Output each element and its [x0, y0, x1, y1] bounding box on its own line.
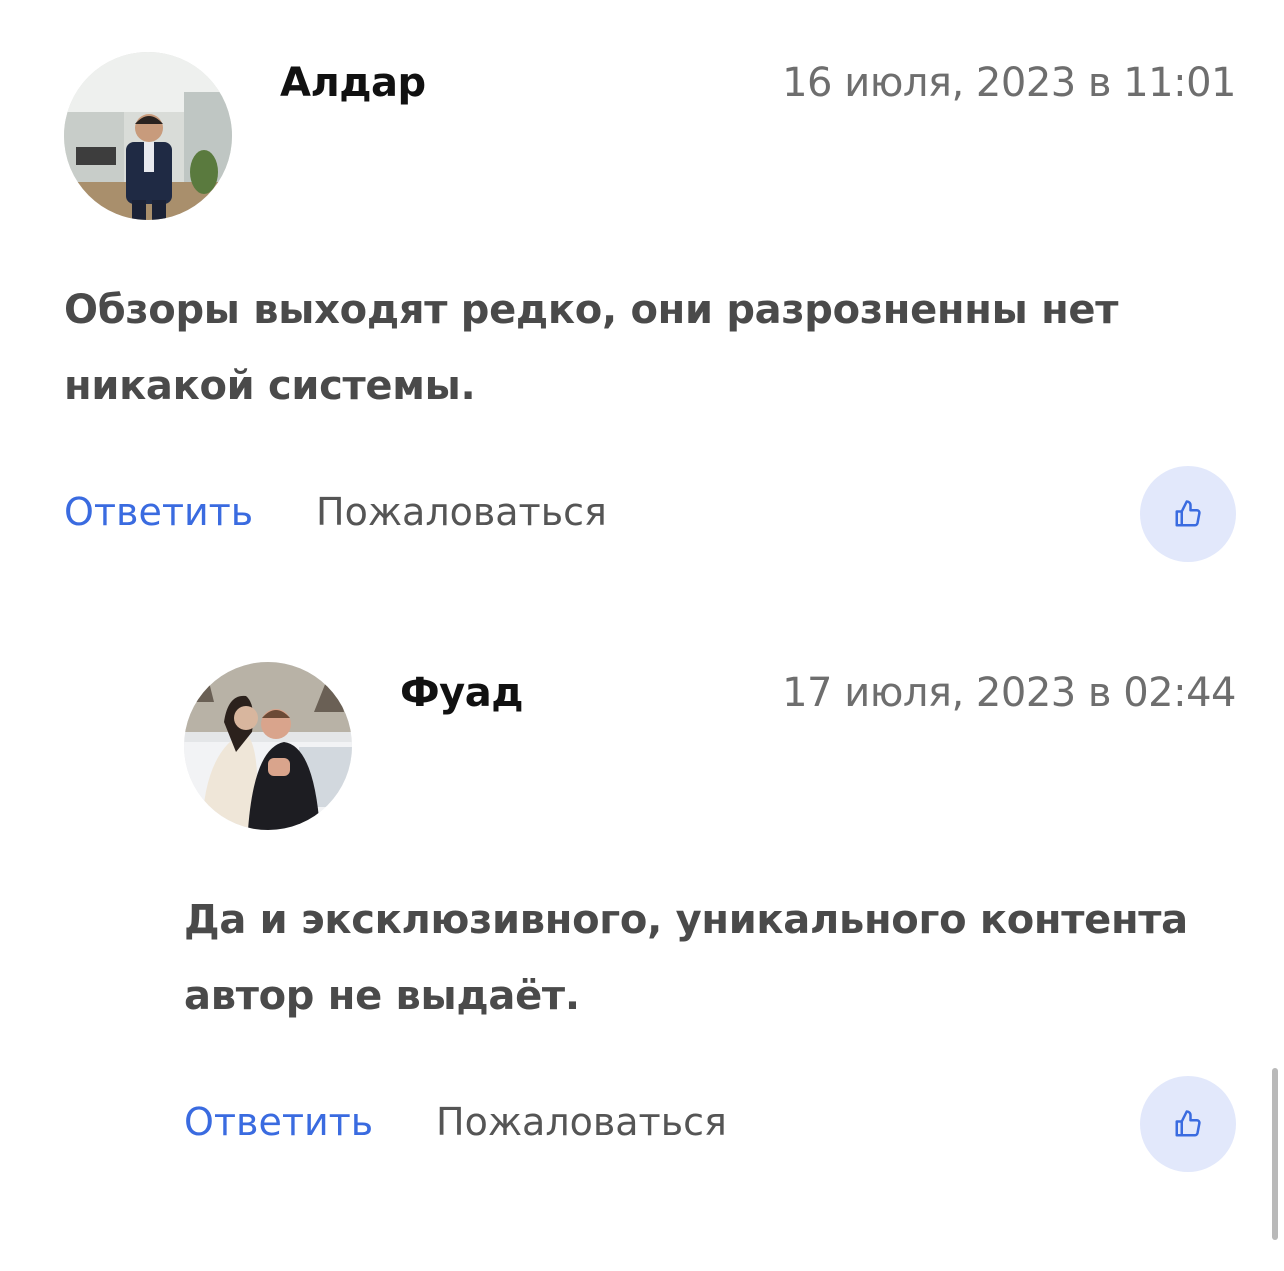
comment-date: 17 июля, 2023 в 02:44	[782, 670, 1236, 716]
comment-header: Алдар 16 июля, 2023 в 11:01	[64, 52, 1236, 220]
reply-button[interactable]: Ответить	[184, 1100, 373, 1144]
comment-text: Да и эксклюзивного, уникального контента…	[184, 897, 1188, 1019]
reply-button[interactable]: Ответить	[64, 490, 253, 534]
like-button[interactable]	[1140, 466, 1236, 562]
like-button[interactable]	[1140, 1076, 1236, 1172]
report-button[interactable]: Пожаловаться	[316, 490, 607, 534]
comment: Алдар 16 июля, 2023 в 11:01 Обзоры выход…	[64, 52, 1236, 562]
comment-reply: Фуад 17 июля, 2023 в 02:44 Да и эксклюзи…	[184, 662, 1236, 1172]
thumbs-up-icon	[1175, 500, 1201, 527]
comment-actions: Ответить Пожаловаться	[184, 1076, 1236, 1172]
comment-author: Фуад	[400, 670, 524, 716]
thumbs-up-icon	[1175, 1110, 1201, 1137]
comment-author: Алдар	[280, 60, 426, 106]
avatar[interactable]	[64, 52, 232, 220]
comment-date: 16 июля, 2023 в 11:01	[782, 60, 1236, 106]
avatar[interactable]	[184, 662, 352, 830]
scrollbar[interactable]	[1272, 1068, 1278, 1240]
comment-text: Обзоры выходят редко, они разрозненны не…	[64, 287, 1119, 409]
comment-header: Фуад 17 июля, 2023 в 02:44	[184, 662, 1236, 830]
comment-actions: Ответить Пожаловаться	[64, 466, 1236, 562]
report-button[interactable]: Пожаловаться	[436, 1100, 727, 1144]
